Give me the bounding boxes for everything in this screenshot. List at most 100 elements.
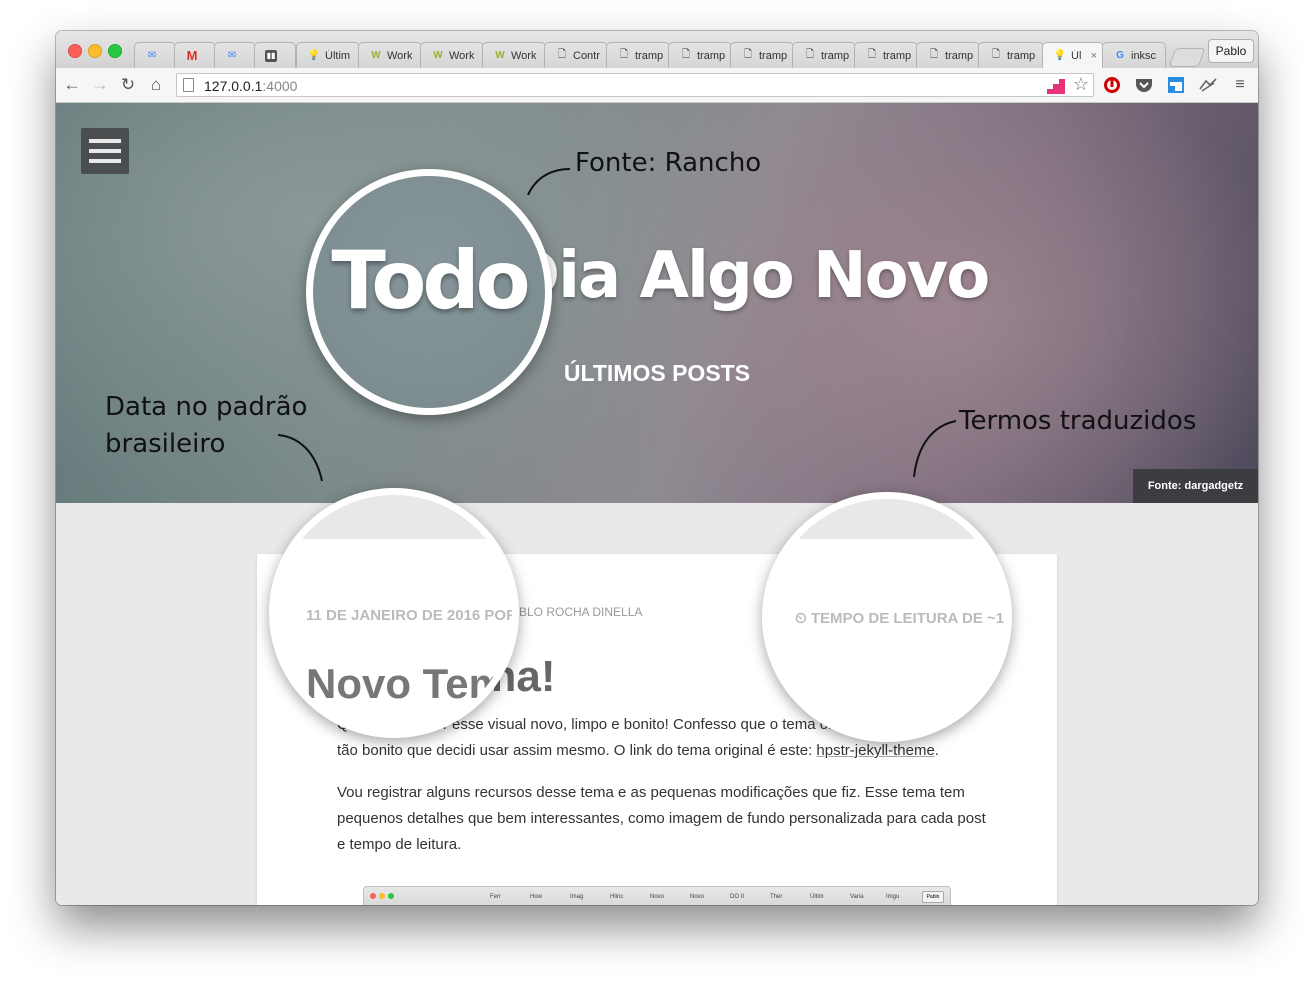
page-subtitle: ÚLTIMOS POSTS xyxy=(563,360,751,386)
green-dot-icon xyxy=(388,893,394,899)
magnified-post-title: Novo Tem xyxy=(306,660,506,707)
tab-workflowy-1[interactable]: W Work xyxy=(358,42,422,68)
browser-toolbar: ← → ↻ ⌂ 127.0.0.1:4000 ☆ ≡ xyxy=(56,68,1258,103)
mini-tab: DO II xyxy=(730,894,745,900)
forward-button[interactable]: → xyxy=(90,75,110,95)
image-credit[interactable]: Fonte: dargadgetz xyxy=(1133,469,1258,503)
tab-inbox-2[interactable]: ✉ xyxy=(214,42,256,68)
theme-link[interactable]: hpstr-jekyll-theme xyxy=(816,742,934,759)
tab-tramp-1[interactable]: 🗋 tramp xyxy=(606,42,670,68)
page-icon: 🗋 xyxy=(991,49,1001,60)
mini-tab: Ther xyxy=(770,894,783,900)
page-viewport: Todo Dia Algo Novo ÚLTIMOS POSTS Fonte: … xyxy=(56,103,1258,905)
magnifier-date: 11 DE JANEIRO DE 2016 POR Novo Tem xyxy=(269,488,519,738)
tab-ultimos-active[interactable]: 💡 Úl × xyxy=(1042,42,1104,68)
window-extension-button[interactable] xyxy=(1166,75,1186,95)
page-icon: 🗋 xyxy=(805,49,815,60)
tab-gmail[interactable]: M xyxy=(174,42,216,68)
annotation-date-line1: Data no padrão xyxy=(105,392,308,422)
close-tab-icon[interactable]: × xyxy=(1091,50,1097,62)
tab-workflowy-2[interactable]: W Work xyxy=(420,42,484,68)
menu-bar-icon xyxy=(89,149,121,153)
post-author[interactable]: BLO ROCHA DINELLA xyxy=(519,605,642,619)
extension-stairs-icon[interactable] xyxy=(1047,78,1065,94)
tab-tramp-6[interactable]: 🗋 tramp xyxy=(916,42,980,68)
ublock-icon xyxy=(1104,77,1120,93)
inbox-icon: ✉ xyxy=(227,50,237,61)
magnifier-background-band xyxy=(276,495,512,539)
mini-tab: Hlinc xyxy=(610,894,624,900)
ublock-extension-button[interactable] xyxy=(1102,75,1122,95)
mini-tab: Varia xyxy=(850,894,864,900)
mini-tab: Ferr xyxy=(490,894,501,900)
reload-button[interactable]: ↻ xyxy=(118,75,138,95)
forward-arrow-icon: → xyxy=(91,75,109,94)
hamburger-menu-icon: ≡ xyxy=(1235,76,1245,93)
home-icon: ⌂ xyxy=(150,75,162,94)
post-paragraph-2: Vou registrar alguns recursos desse tema… xyxy=(337,784,986,853)
bird-extension-button[interactable] xyxy=(1198,75,1218,95)
red-dot-icon xyxy=(370,893,376,899)
tab-tramp-4[interactable]: 🗋 tramp xyxy=(792,42,856,68)
tab-strip: ✉ M ✉ ▮▮ 💡 Últim W Work W Work W Work 🗋 Contr… xyxy=(56,31,1258,68)
yellow-dot-icon xyxy=(379,893,385,899)
magnified-title-word: Todo xyxy=(331,234,530,327)
tab-google-inkscape[interactable]: Ginksc xyxy=(1102,42,1166,68)
browser-window: ✉ M ✉ ▮▮ 💡 Últim W Work W Work W Work 🗋 Contr… xyxy=(56,31,1258,905)
tab-tramp-2[interactable]: 🗋 tramp xyxy=(668,42,732,68)
menu-bar-icon xyxy=(89,139,121,143)
home-button[interactable]: ⌂ xyxy=(146,75,166,95)
pocket-icon xyxy=(1136,79,1152,92)
tab-tramp-5[interactable]: 🗋 tramp xyxy=(854,42,918,68)
mini-tab: Últim xyxy=(810,894,824,900)
pocket-extension-button[interactable] xyxy=(1134,75,1154,95)
workflowy-icon: W xyxy=(495,50,505,61)
mini-tab: Novo xyxy=(650,894,665,900)
back-button[interactable]: ← xyxy=(62,75,82,95)
bookmark-star-icon[interactable]: ☆ xyxy=(1073,74,1089,95)
tab-tramp-7[interactable]: 🗋 tramp xyxy=(978,42,1044,68)
url-text[interactable]: 127.0.0.1:4000 xyxy=(204,78,297,94)
page-icon xyxy=(183,78,194,92)
annotation-arrow xyxy=(277,434,323,482)
site-menu-button[interactable] xyxy=(81,128,129,174)
profile-button[interactable]: Pablo xyxy=(1208,39,1254,63)
tab-inbox-1[interactable]: ✉ xyxy=(134,42,176,68)
tab-trello[interactable]: ▮▮ xyxy=(254,42,296,68)
trello-icon: ▮▮ xyxy=(265,49,277,62)
bulb-icon: 💡 xyxy=(1053,50,1067,61)
google-icon: G xyxy=(1116,50,1124,61)
close-window-button[interactable] xyxy=(68,44,82,58)
page-icon: 🗋 xyxy=(557,49,567,60)
bulb-icon: 💡 xyxy=(307,50,321,61)
tab-workflowy-3[interactable]: W Work xyxy=(482,42,546,68)
chrome-menu-button[interactable]: ≡ xyxy=(1230,75,1250,95)
back-arrow-icon: ← xyxy=(63,75,81,94)
tab-page-contr[interactable]: 🗋 Contr xyxy=(544,42,608,68)
zoom-window-button[interactable] xyxy=(108,44,122,58)
address-bar[interactable]: 127.0.0.1:4000 ☆ xyxy=(176,73,1094,97)
annotation-arrow xyxy=(913,420,957,478)
mini-tab: How xyxy=(530,894,543,900)
mini-tab: Novo xyxy=(690,894,705,900)
workflowy-icon: W xyxy=(371,50,381,61)
magnified-reading-time: ⏲ TEMPO DE LEITURA DE ~1 xyxy=(795,610,1005,627)
page-icon: 🗋 xyxy=(681,49,691,60)
tab-tramp-3[interactable]: 🗋 tramp xyxy=(730,42,794,68)
window-icon xyxy=(1168,77,1184,93)
annotation-font: Fonte: Rancho xyxy=(575,148,762,178)
hero-banner: Todo Dia Algo Novo ÚLTIMOS POSTS Fonte: … xyxy=(56,103,1258,503)
tab-ultimos-1[interactable]: 💡 Últim xyxy=(296,42,360,68)
inbox-icon: ✉ xyxy=(147,50,157,61)
embedded-screenshot: Ferr How Imag Hlinc Novo Novo DO II Ther… xyxy=(363,886,951,905)
page-icon: 🗋 xyxy=(867,49,877,60)
reload-icon: ↻ xyxy=(120,75,136,94)
site-title[interactable]: Todo Dia Algo Novo xyxy=(56,239,1258,313)
minimize-window-button[interactable] xyxy=(88,44,102,58)
menu-bar-icon xyxy=(89,159,121,163)
new-tab-button[interactable] xyxy=(1168,48,1206,67)
page-icon: 🗋 xyxy=(929,49,939,60)
page-icon: 🗋 xyxy=(619,49,629,60)
mini-tab: Imgu xyxy=(886,894,900,900)
magnifier-title: Todo xyxy=(306,169,552,415)
